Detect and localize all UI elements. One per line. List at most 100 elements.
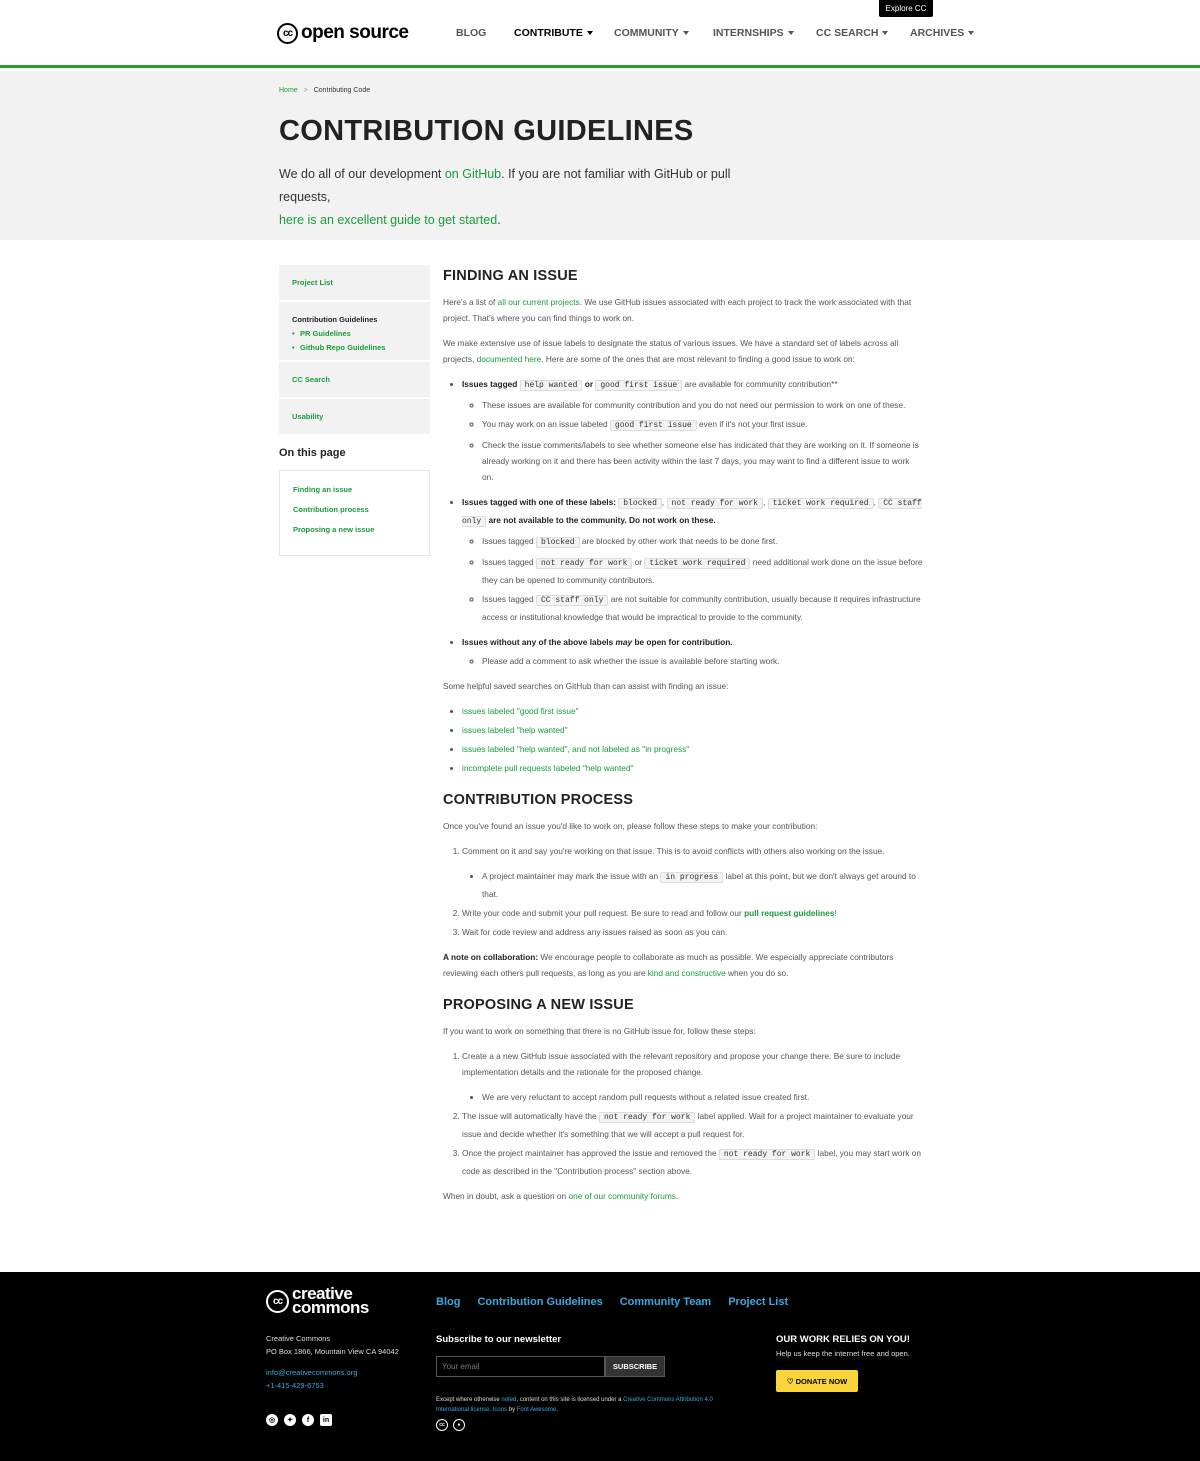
nav-internships[interactable]: INTERNSHIPS — [713, 27, 794, 39]
list-item: Issues tagged CC staff only are not suit… — [482, 591, 923, 625]
community-forums-link[interactable]: one of our community forums — [568, 1191, 675, 1201]
footer-link-community-team[interactable]: Community Team — [620, 1296, 711, 1308]
label-code: not ready for work — [598, 1112, 696, 1123]
sidebar-subitem-github-repo-guidelines[interactable]: Github Repo Guidelines — [292, 343, 417, 352]
paragraph: If you want to work on something that th… — [443, 1026, 756, 1036]
label-code: good first issue — [609, 420, 697, 431]
icons-link[interactable]: Icons — [493, 1407, 507, 1413]
sidebar-item-usability[interactable]: Usability — [279, 399, 430, 436]
label-code: good first issue — [595, 380, 683, 391]
on-this-page-heading: On this page — [279, 447, 346, 459]
label-code: not ready for work — [666, 498, 763, 509]
toc-contribution-process[interactable]: Contribution process — [293, 505, 416, 514]
nav-contribute[interactable]: CONTRIBUTE — [514, 27, 593, 39]
list-item: These issues are available for community… — [482, 397, 923, 413]
footer-link-project-list[interactable]: Project List — [728, 1296, 788, 1308]
list-item: Check the issue comments/labels to see w… — [482, 437, 923, 485]
social-links: ◎ ✦ f in — [266, 1414, 338, 1426]
newsletter-email-input[interactable] — [436, 1356, 605, 1377]
donate-subtitle: Help us keep the internet free and open. — [776, 1349, 910, 1358]
footer-link-blog[interactable]: Blog — [436, 1296, 460, 1308]
list-item: incomplete pull requests labeled "help w… — [462, 760, 923, 776]
chevron-down-icon — [882, 31, 889, 36]
footer-email-link[interactable]: info@creativecommons.org — [266, 1366, 399, 1379]
footer-link-contribution-guidelines[interactable]: Contribution Guidelines — [477, 1296, 602, 1308]
list-item: issues labeled "help wanted" — [462, 722, 923, 738]
chevron-down-icon — [586, 31, 593, 36]
section-heading-finding-an-issue: FINDING AN ISSUE — [443, 268, 578, 284]
main-content: FINDING AN ISSUE Here's a list of all ou… — [443, 268, 923, 1213]
steps-list: Comment on it and say you're working on … — [443, 843, 923, 940]
list-item: The issue will automatically have the no… — [462, 1108, 923, 1142]
subscribe-button[interactable]: SUBSCRIBE — [605, 1356, 665, 1377]
saved-search-link[interactable]: incomplete pull requests labeled "help w… — [462, 763, 633, 773]
breadcrumb: Home > Contributing Code — [279, 87, 370, 94]
footer-logo-text: creative commons — [292, 1284, 369, 1317]
label-code: blocked — [618, 498, 662, 509]
site-header: cc open source BLOG CONTRIBUTE COMMUNITY… — [0, 0, 1200, 68]
paragraph: Once you've found an issue you'd like to… — [443, 821, 818, 831]
list-item: Issues tagged with one of these labels: … — [462, 494, 923, 625]
facebook-icon[interactable]: f — [302, 1414, 314, 1426]
heart-icon: ♡ — [786, 1376, 794, 1386]
attribution-icon: ● — [453, 1419, 465, 1431]
breadcrumb-home[interactable]: Home — [279, 87, 298, 94]
site-logo[interactable]: cc open source — [277, 22, 409, 44]
list-item: Wait for code review and address any iss… — [462, 924, 923, 940]
license-icons: cc ● — [436, 1419, 470, 1431]
guide-link[interactable]: here is an excellent guide to get starte… — [279, 213, 497, 227]
footer-phone-link[interactable]: +1-415-429-6753 — [266, 1379, 399, 1392]
chevron-down-icon — [787, 31, 794, 36]
instagram-icon[interactable]: ◎ — [266, 1414, 278, 1426]
newsletter-title: Subscribe to our newsletter — [436, 1334, 562, 1345]
nav-archives[interactable]: ARCHIVES — [910, 27, 975, 39]
list-item: A project maintainer may mark the issue … — [482, 868, 923, 902]
documented-here-link[interactable]: documented here — [477, 354, 542, 364]
nav-blog[interactable]: BLOG — [456, 27, 486, 39]
list-item: Write your code and submit your pull req… — [462, 905, 923, 921]
saved-search-link[interactable]: issues labeled "help wanted" — [462, 725, 568, 735]
chevron-down-icon — [682, 31, 689, 36]
on-this-page-toc: Finding an issue Contribution process Pr… — [279, 470, 430, 556]
twitter-icon[interactable]: ✦ — [284, 1414, 296, 1426]
label-code: help wanted — [519, 380, 583, 391]
sidebar-subitem-pr-guidelines[interactable]: PR Guidelines — [292, 329, 417, 338]
section-heading-contribution-process: CONTRIBUTION PROCESS — [443, 792, 634, 808]
all-projects-link[interactable]: all our current projects — [498, 297, 580, 307]
cc-logo-icon: cc — [266, 1289, 289, 1313]
label-code: ticket work required — [644, 558, 751, 569]
list-item: Comment on it and say you're working on … — [462, 843, 923, 902]
font-awesome-link[interactable]: Font Awesome — [517, 1407, 557, 1413]
github-link[interactable]: on GitHub — [445, 167, 501, 181]
donate-button[interactable]: ♡ DONATE NOW — [776, 1370, 858, 1392]
sidebar-item-contribution-guidelines[interactable]: Contribution Guidelines PR Guidelines Gi… — [279, 302, 430, 362]
cc-license-icon: cc — [436, 1419, 448, 1431]
list-item: Issues without any of the above labels m… — [462, 634, 923, 669]
steps-list: Create a a new GitHub issue associated w… — [443, 1048, 923, 1179]
saved-search-link[interactable]: issues labeled "good first issue" — [462, 706, 579, 716]
sidebar-item-project-list[interactable]: Project List — [279, 265, 430, 302]
toc-finding-an-issue[interactable]: Finding an issue — [293, 485, 416, 494]
linkedin-icon[interactable]: in — [320, 1414, 332, 1426]
sidebar-item-cc-search[interactable]: CC Search — [279, 362, 430, 399]
list-item: Issues tagged blocked are blocked by oth… — [482, 533, 923, 551]
toc-proposing-a-new-issue[interactable]: Proposing a new issue — [293, 525, 416, 534]
list-item: You may work on an issue labeled good fi… — [482, 416, 923, 434]
list-item: Create a a new GitHub issue associated w… — [462, 1048, 923, 1105]
pr-guidelines-link[interactable]: pull request guidelines — [744, 908, 834, 918]
noted-link[interactable]: noted — [501, 1397, 516, 1403]
footer-logo[interactable]: cc creative commons — [266, 1284, 369, 1317]
label-code: blocked — [535, 537, 580, 548]
paragraph: When in doubt, ask a question on one of … — [443, 1191, 679, 1201]
label-code: CC staff only — [535, 595, 609, 606]
paragraph: A note on collaboration: We encourage pe… — [443, 952, 894, 978]
list-item: We are very reluctant to accept random p… — [482, 1089, 923, 1105]
saved-search-link[interactable]: issues labeled "help wanted", and not la… — [462, 744, 689, 754]
list-item: issues labeled "good first issue" — [462, 703, 923, 719]
list-item: issues labeled "help wanted", and not la… — [462, 741, 923, 757]
chevron-down-icon — [968, 31, 975, 36]
nav-community[interactable]: COMMUNITY — [614, 27, 689, 39]
kind-constructive-link[interactable]: kind and constructive — [648, 968, 726, 978]
list-item: Once the project maintainer has approved… — [462, 1145, 923, 1179]
nav-cc-search[interactable]: CC SEARCH — [816, 27, 889, 39]
